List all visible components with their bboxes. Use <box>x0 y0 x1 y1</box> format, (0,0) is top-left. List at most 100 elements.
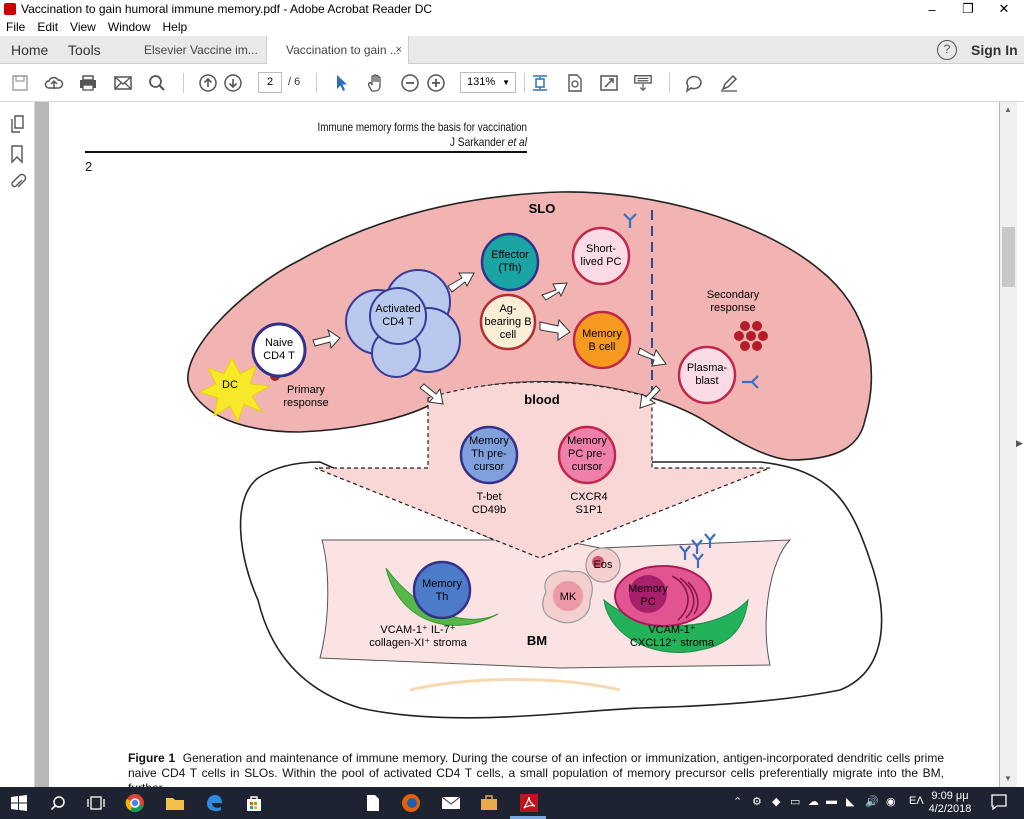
tab-tools[interactable]: Tools <box>68 36 101 64</box>
document-viewport[interactable]: Immune memory forms the basis for vaccin… <box>35 102 1000 787</box>
doc-tab-vaccination[interactable]: Vaccination to gain ... × <box>266 36 409 65</box>
windows-start-icon[interactable] <box>8 792 30 814</box>
pages-thumbnail-icon[interactable] <box>9 114 27 139</box>
firefox-icon[interactable] <box>400 792 422 814</box>
mk-label: MK <box>560 591 577 603</box>
help-icon[interactable]: ? <box>937 40 957 60</box>
cxcr4-label-2: S1P1 <box>576 504 603 516</box>
doc-tab-label: Vaccination to gain ... <box>286 43 400 57</box>
dropbox-icon[interactable]: ◆ <box>772 795 780 808</box>
page-total: / 6 <box>288 76 301 88</box>
mail-icon[interactable] <box>440 792 462 814</box>
full-screen-icon[interactable] <box>599 73 619 93</box>
primary-label-1: Primary <box>287 384 325 396</box>
bm-label: BM <box>527 633 547 648</box>
hand-tool-icon[interactable] <box>366 73 386 93</box>
search-icon[interactable] <box>147 73 167 93</box>
onedrive-icon[interactable]: ◉ <box>886 795 896 808</box>
cxcr4-label-1: CXCR4 <box>570 491 607 503</box>
tab-home[interactable]: Home <box>11 36 48 64</box>
agb-label-2: bearing B <box>484 316 531 328</box>
left-navigation-rail: ◀ <box>0 102 44 787</box>
search-icon[interactable] <box>47 792 69 814</box>
scrollbar-thumb[interactable] <box>1002 227 1015 287</box>
naive-label-2: CD4 T <box>263 350 295 362</box>
toolbox-icon[interactable] <box>478 792 500 814</box>
language-indicator[interactable]: EΛ <box>909 795 924 807</box>
bookmark-icon[interactable] <box>10 144 24 169</box>
naive-label-1: Naive <box>265 337 293 349</box>
right-panel-edge: ▶ <box>1016 102 1024 787</box>
upload-cloud-icon[interactable] <box>44 73 64 93</box>
volume-icon[interactable]: 🔊 <box>865 795 879 808</box>
chrome-icon[interactable] <box>124 792 146 814</box>
close-button[interactable]: ✕ <box>986 0 1022 18</box>
memb-label-2: B cell <box>589 341 616 353</box>
toolbar: 2 / 6 131% ▼ <box>0 64 1024 102</box>
vertical-scrollbar[interactable]: ▲ ▼ <box>1000 102 1017 787</box>
fit-page-icon[interactable] <box>530 73 550 93</box>
minimize-button[interactable]: – <box>914 0 950 18</box>
mempc-label-1: Memory <box>628 583 668 595</box>
effector-label-2: (Tfh) <box>498 262 521 274</box>
clock[interactable]: 9:09 μμ 4/2/2018 <box>928 790 972 816</box>
zoom-out-icon[interactable] <box>400 73 420 93</box>
print-icon[interactable] <box>78 73 98 93</box>
primary-label-2: response <box>283 397 328 409</box>
notification-flag-icon[interactable]: ◣ <box>846 795 854 808</box>
document-icon[interactable] <box>362 792 384 814</box>
activated-label-2: CD4 T <box>382 316 414 328</box>
menu-help[interactable]: Help <box>163 20 188 34</box>
figure-caption: Figure 1 Generation and maintenance of i… <box>128 751 944 787</box>
toolbar-divider <box>669 73 670 93</box>
tbet-label-2: CD49b <box>472 504 506 516</box>
mempc-pre-label-2: PC pre- <box>568 448 606 460</box>
zoom-select[interactable]: 131% ▼ <box>460 72 516 93</box>
menu-window[interactable]: Window <box>108 20 151 34</box>
wifi-icon[interactable]: ☁ <box>808 795 819 808</box>
memth-label-1: Memory <box>422 578 462 590</box>
menu-view[interactable]: View <box>70 20 96 34</box>
secondary-label-1: Secondary <box>707 289 760 301</box>
stroma-left-label-2: collagen-XI⁺ stroma <box>369 637 467 649</box>
display-icon[interactable]: ▭ <box>790 795 800 808</box>
memth-pre-label-3: cursor <box>474 461 505 473</box>
email-icon[interactable] <box>113 73 133 93</box>
task-view-icon[interactable] <box>85 792 107 814</box>
save-icon[interactable] <box>10 73 30 93</box>
close-tab-icon[interactable]: × <box>396 36 402 64</box>
acrobat-icon <box>4 3 16 15</box>
scroll-up-arrow-icon[interactable]: ▲ <box>1004 105 1012 114</box>
read-mode-icon[interactable] <box>633 73 653 93</box>
attachment-icon[interactable] <box>9 172 27 197</box>
file-explorer-icon[interactable] <box>164 792 186 814</box>
store-icon[interactable] <box>243 792 265 814</box>
mempc-pre-label-1: Memory <box>567 435 607 447</box>
select-cursor-icon[interactable] <box>331 73 351 93</box>
next-page-icon[interactable] <box>223 73 243 93</box>
previous-page-icon[interactable] <box>198 73 218 93</box>
page-number-input[interactable]: 2 <box>258 72 282 93</box>
menu-file[interactable]: File <box>6 20 25 34</box>
acrobat-reader-taskbar-icon[interactable] <box>518 792 540 814</box>
sign-in-button[interactable]: Sign In <box>971 36 1018 64</box>
tray-chevron-icon[interactable]: ⌃ <box>733 795 742 808</box>
sign-pen-icon[interactable] <box>719 73 739 93</box>
memth-label-2: Th <box>436 591 449 603</box>
caption-text: Generation and maintenance of immune mem… <box>128 751 944 787</box>
comment-icon[interactable] <box>684 73 704 93</box>
menu-edit[interactable]: Edit <box>37 20 58 34</box>
scroll-down-arrow-icon[interactable]: ▼ <box>1004 774 1012 783</box>
stroma-right-label-2: CXCL12⁺ stroma <box>630 637 715 649</box>
zoom-in-icon[interactable] <box>426 73 446 93</box>
toolbar-divider <box>183 73 184 93</box>
expand-right-panel-icon[interactable]: ▶ <box>1016 438 1023 449</box>
edge-icon[interactable] <box>203 792 225 814</box>
action-center-icon[interactable] <box>990 793 1008 814</box>
doc-tab-elsevier[interactable]: Elsevier Vaccine im... <box>130 36 266 64</box>
battery-icon[interactable]: ▬ <box>826 795 837 807</box>
figure-immune-memory: DC Naive CD4 T Primary response Activate… <box>187 191 883 719</box>
network-icon[interactable]: ⚙ <box>752 795 762 808</box>
rotate-page-icon[interactable] <box>565 73 585 93</box>
restore-button[interactable]: ❐ <box>950 0 986 18</box>
